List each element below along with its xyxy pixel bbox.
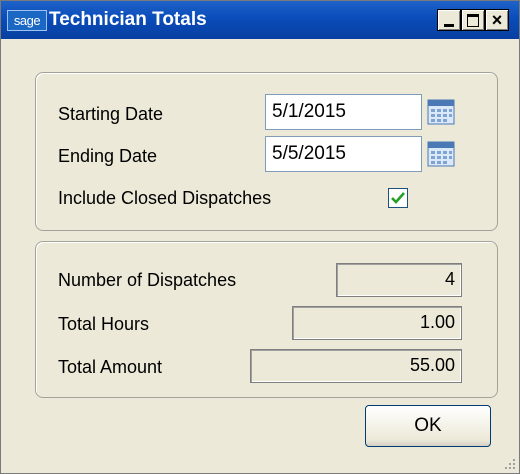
maximize-button[interactable] <box>461 9 485 31</box>
total-amount-label: Total Amount <box>58 357 163 377</box>
maximize-icon <box>467 14 479 27</box>
total-hours-value: 1.00 <box>292 306 462 340</box>
title-bar[interactable]: sage Technician Totals × <box>1 1 519 39</box>
starting-date-label: Starting Date <box>58 104 164 124</box>
dispatches-label: Number of Dispatches <box>58 270 237 290</box>
checkmark-icon <box>391 192 405 204</box>
minimize-icon <box>444 24 454 27</box>
resize-grip-icon[interactable] <box>503 457 517 471</box>
total-hours-label: Total Hours <box>58 314 150 334</box>
ending-date-field[interactable]: 5/5/2015 <box>265 136 422 172</box>
ending-date-label: Ending Date <box>58 146 158 166</box>
technician-totals-window: sage Technician Totals × Starting Date 5… <box>0 0 520 474</box>
dispatches-value: 4 <box>336 263 462 297</box>
minimize-button[interactable] <box>437 9 461 31</box>
total-amount-value: 55.00 <box>250 349 462 383</box>
ok-button[interactable]: OK <box>365 405 491 447</box>
calendar-icon[interactable] <box>427 141 455 167</box>
calendar-icon[interactable] <box>427 99 455 125</box>
window-title: Technician Totals <box>49 9 207 30</box>
close-icon: × <box>491 10 503 30</box>
sage-logo: sage <box>7 10 47 31</box>
close-button[interactable]: × <box>485 9 509 31</box>
include-closed-label: Include Closed Dispatches <box>58 188 272 208</box>
include-closed-checkbox[interactable] <box>388 188 408 208</box>
starting-date-field[interactable]: 5/1/2015 <box>265 94 422 130</box>
